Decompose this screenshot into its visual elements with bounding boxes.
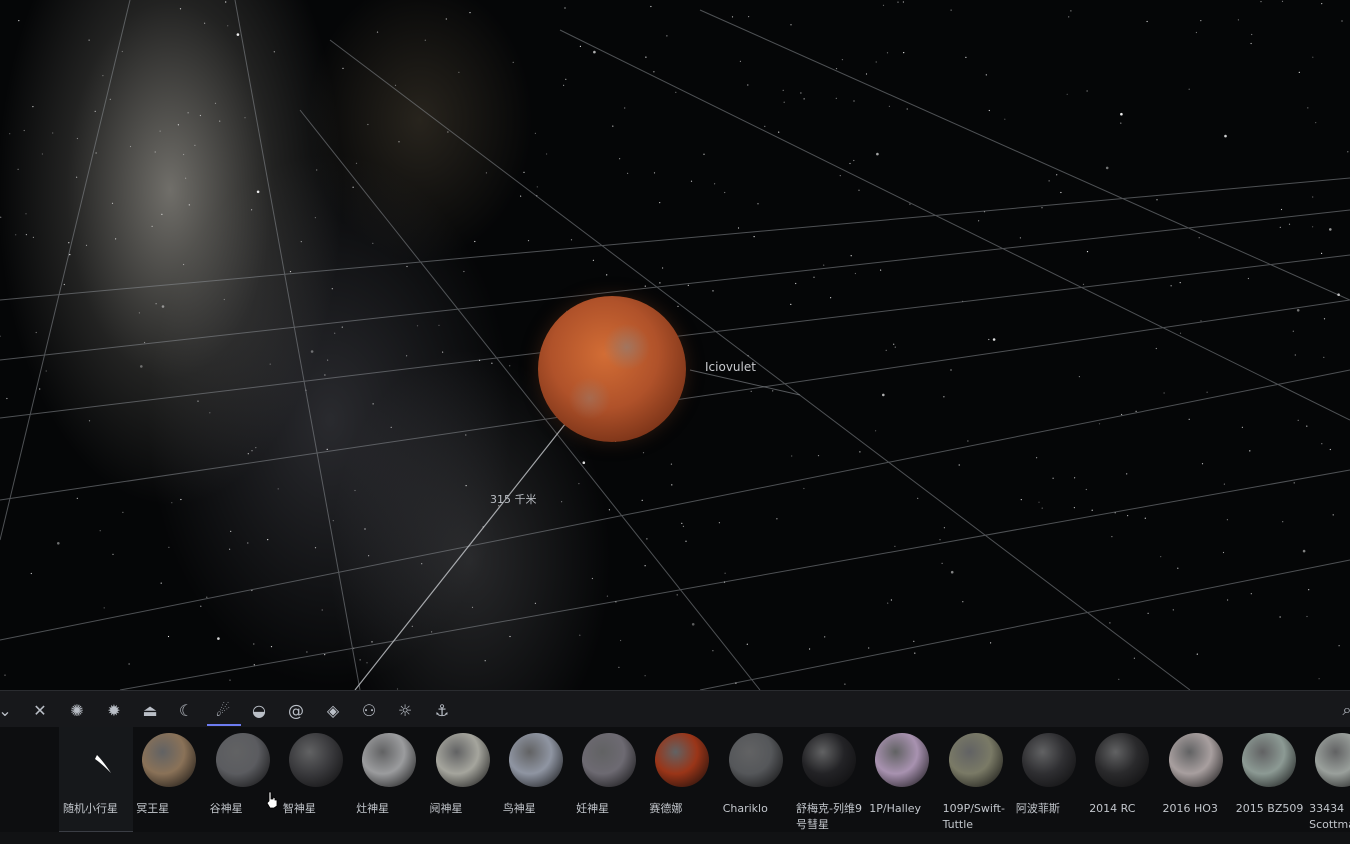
body-thumbnail xyxy=(288,733,343,787)
body-thumbnail xyxy=(655,733,710,787)
body-thumbnail xyxy=(435,733,490,787)
star-icon[interactable]: ✹ xyxy=(101,697,127,723)
tray-item[interactable]: 1P/Halley xyxy=(865,727,939,831)
body-thumbnail xyxy=(582,733,637,787)
planet-sphere[interactable] xyxy=(538,296,686,442)
status-bar xyxy=(0,832,1350,844)
tray-item-label: 109P/Swift-Tuttle xyxy=(942,802,1005,831)
tray-item-label: 妊神星 xyxy=(576,802,610,815)
tray-item[interactable]: 阋神星 xyxy=(426,727,500,831)
body-thumbnail xyxy=(1315,733,1350,787)
galaxy-icon[interactable]: ✺ xyxy=(64,697,90,723)
tray-item[interactable]: 舒梅克-列维9号彗星 xyxy=(792,727,866,831)
body-thumbnail xyxy=(142,733,197,787)
tray-item[interactable]: 33434 Scottmanley xyxy=(1305,727,1350,831)
tray-item[interactable]: 2014 RC xyxy=(1085,727,1159,831)
distance-label: 315 千米 xyxy=(490,493,537,506)
anchor-icon[interactable]: ⚓ xyxy=(429,697,455,723)
close-icon[interactable]: ✕ xyxy=(27,697,53,723)
tray-item-label: 阿波菲斯 xyxy=(1015,802,1060,815)
body-thumbnail xyxy=(1021,733,1076,787)
tray-item[interactable]: 2015 BZ509 xyxy=(1232,727,1306,831)
person-plus-icon[interactable]: ⚇ xyxy=(356,697,382,723)
tray-item-label: 33434 Scottmanley xyxy=(1309,802,1350,831)
teapot-icon[interactable]: ◒ xyxy=(246,697,272,723)
tray-item-label: 随机小行星 xyxy=(63,802,118,815)
tray-item[interactable]: 阿波菲斯 xyxy=(1012,727,1086,831)
tray-item-label: 赛德娜 xyxy=(649,802,683,815)
hand-cursor-icon xyxy=(266,791,278,809)
tray-item[interactable]: 随机小行星 xyxy=(59,727,133,833)
search-icon[interactable]: ⌕ xyxy=(1334,697,1350,723)
comet-icon[interactable]: ☄ xyxy=(210,697,236,723)
sun-outline-icon[interactable]: ☼ xyxy=(392,697,418,723)
tray-item[interactable]: 赛德娜 xyxy=(645,727,719,831)
tray-item-label: 阋神星 xyxy=(429,802,463,815)
spiral-icon[interactable]: @ xyxy=(283,697,309,723)
body-thumbnail xyxy=(802,733,856,787)
body-thumbnail xyxy=(1095,733,1150,787)
tray-item[interactable]: 妊神星 xyxy=(572,727,646,831)
body-thumbnail xyxy=(362,733,417,787)
tray-item-label: 灶神星 xyxy=(356,802,390,815)
space-viewport[interactable]: Iciovulet 315 千米 xyxy=(0,0,1350,690)
active-tab-indicator xyxy=(207,724,241,726)
tray-item-label: 舒梅克-列维9号彗星 xyxy=(796,802,862,831)
tray-item[interactable]: 鸟神星 xyxy=(499,727,573,831)
tray-item[interactable]: 109P/Swift-Tuttle xyxy=(939,727,1013,831)
tray-item[interactable]: 2016 HO3 xyxy=(1159,727,1233,831)
chevron-down-icon[interactable]: ⌄ xyxy=(0,697,18,723)
object-tray: 1 随机小行星冥王星谷神星智神星灶神星阋神星鸟神星妊神星赛德娜Chariklo舒… xyxy=(0,727,1350,833)
diamond-icon[interactable]: ◈ xyxy=(320,697,346,723)
tray-item[interactable]: 冥王星 xyxy=(132,727,206,831)
body-thumbnail xyxy=(875,733,930,787)
tray-item-label: 2014 RC xyxy=(1089,802,1136,815)
tray-item[interactable]: Chariklo xyxy=(719,727,793,831)
tray-item-label: 智神星 xyxy=(282,802,316,815)
body-thumbnail xyxy=(215,733,270,787)
moon-icon[interactable]: ☾ xyxy=(173,697,199,723)
body-thumbnail xyxy=(508,733,563,787)
object-category-toolbar: ⌄ ✕ ✺ ✹ ⏏ ☾ ☄ ◒ @ ◈ ⚇ ☼ ⚓ ⌕ xyxy=(0,690,1350,728)
ufo-icon[interactable]: ⏏ xyxy=(137,697,163,723)
body-thumbnail xyxy=(1168,733,1223,787)
tray-item-label: 2015 BZ509 xyxy=(1235,802,1304,815)
tray-item[interactable]: 谷神星 xyxy=(206,727,280,831)
body-thumbnail xyxy=(728,733,783,787)
body-thumbnail xyxy=(1241,733,1296,787)
comet-thumbnail-icon xyxy=(69,733,123,787)
tray-item-label: 1P/Halley xyxy=(869,802,922,815)
tray-item-label: 鸟神星 xyxy=(502,802,536,815)
body-thumbnail xyxy=(948,733,1003,787)
tray-item-label: Chariklo xyxy=(722,802,768,815)
object-name-label: Iciovulet xyxy=(705,360,756,374)
tray-item[interactable]: 灶神星 xyxy=(352,727,426,831)
tray-item[interactable]: 智神星 xyxy=(279,727,353,831)
tray-item-label: 冥王星 xyxy=(136,802,170,815)
tray-item-label: 2016 HO3 xyxy=(1162,802,1218,815)
